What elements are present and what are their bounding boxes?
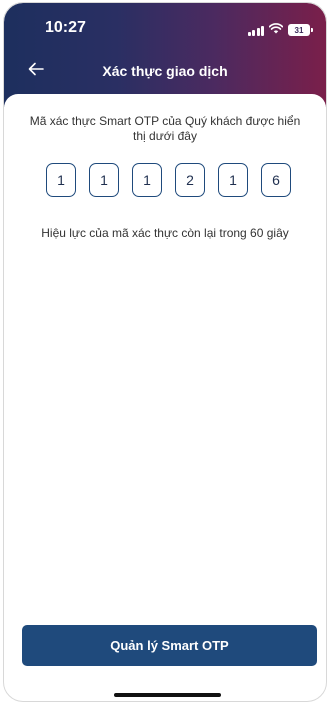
status-icons: 31 [247,21,313,39]
otp-digit: 1 [89,163,119,197]
wifi-icon [268,21,284,39]
app-header: 10:27 31 Xác thực giao dịch [4,3,326,107]
home-indicator[interactable] [114,693,221,697]
status-bar: 10:27 31 [4,3,326,51]
signal-icon [247,25,264,36]
status-time: 10:27 [45,19,86,36]
otp-validity-text: Hiệu lực của mã xác thực còn lại trong 6… [41,226,289,240]
otp-digit: 1 [46,163,76,197]
otp-digit: 1 [132,163,162,197]
manage-smart-otp-button[interactable]: Quản lý Smart OTP [22,625,317,666]
otp-digit: 1 [218,163,248,197]
otp-code-row: 1 1 1 2 1 6 [46,163,291,197]
otp-instruction-text: Mã xác thực Smart OTP của Quý khách được… [29,114,301,143]
main-content: Mã xác thực Smart OTP của Quý khách được… [4,94,326,702]
otp-digit: 6 [261,163,291,197]
nav-bar: Xác thực giao dịch [4,55,326,89]
otp-digit: 2 [175,163,205,197]
phone-screen: 10:27 31 Xác thực giao dịch Mã xác thực … [0,0,330,705]
battery-icon: 31 [288,24,313,36]
page-title: Xác thực giao dịch [102,63,228,79]
